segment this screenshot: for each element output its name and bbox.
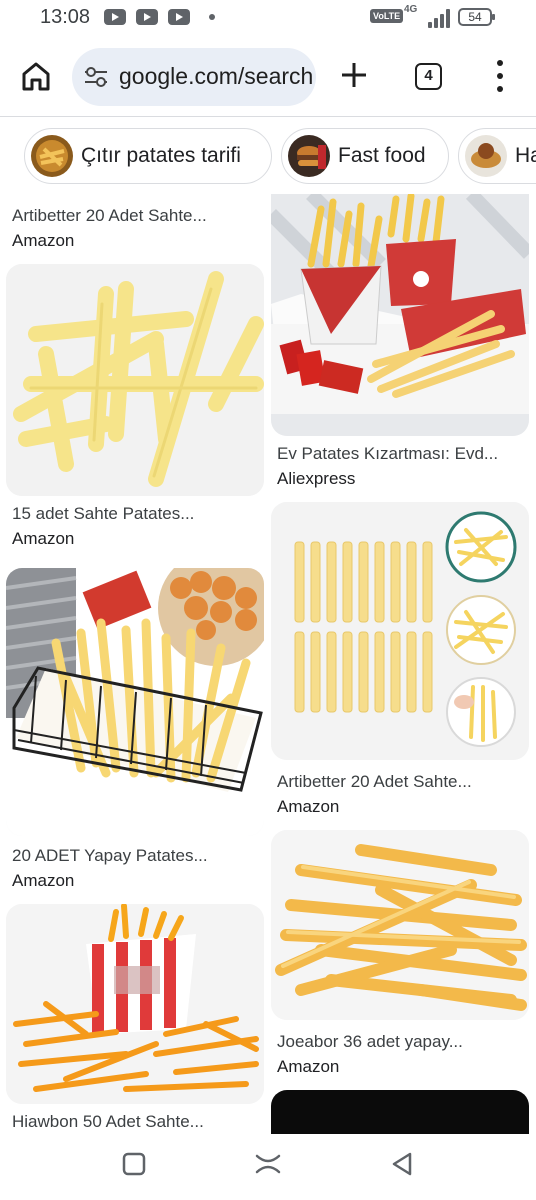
result-source[interactable]: Amazon [12, 529, 74, 549]
result-title[interactable]: 20 ADET Yapay Patates... [12, 846, 208, 866]
home-gesture-icon[interactable] [254, 1152, 282, 1176]
new-tab-plus-icon[interactable] [338, 59, 370, 91]
more-vert-icon[interactable] [490, 60, 510, 92]
volte-badge: VoLTE [370, 9, 404, 23]
image-results-grid: Artibetter 20 Adet Sahte... Amazon 15 ad… [0, 194, 536, 1134]
chip-thumbnail [465, 135, 507, 177]
result-image[interactable] [6, 264, 264, 496]
chip-citir-patates[interactable]: Çıtır patates tarifi [24, 128, 272, 184]
status-time: 13:08 [40, 6, 91, 28]
browser-toolbar: google.com/search 4 [0, 44, 536, 108]
result-source[interactable]: Amazon [12, 871, 74, 891]
signal-icon [428, 8, 454, 28]
result-title[interactable]: Artibetter 20 Adet Sahte... [277, 772, 472, 792]
youtube-notification-icon [136, 9, 158, 25]
chip-label: Ha [515, 144, 536, 167]
result-title[interactable]: Hiawbon 50 Adet Sahte... [12, 1112, 204, 1132]
status-bar: 13:08 VoLTE 4G 54 [0, 0, 536, 36]
result-source[interactable]: Amazon [12, 231, 74, 251]
result-image[interactable] [271, 1090, 529, 1134]
result-title[interactable]: Joeabor 36 adet yapay... [277, 1032, 463, 1052]
youtube-notification-icon [104, 9, 126, 25]
chip-ha[interactable]: Ha [458, 128, 536, 184]
result-source[interactable]: Amazon [277, 797, 339, 817]
more-notifications-icon [209, 14, 215, 20]
result-source[interactable]: Aliexpress [277, 469, 355, 489]
result-image[interactable] [271, 830, 529, 1020]
result-image[interactable] [271, 502, 529, 760]
result-title[interactable]: 15 adet Sahte Patates... [12, 504, 194, 524]
system-navigation-bar [0, 1134, 536, 1200]
related-searches-chips: Çıtır patates tarifi Fast food Ha [0, 128, 536, 186]
back-icon[interactable] [390, 1151, 414, 1177]
tune-icon[interactable] [84, 67, 108, 87]
home-icon[interactable] [18, 58, 54, 94]
result-image[interactable] [271, 194, 529, 436]
toolbar-divider [0, 116, 536, 117]
url-text[interactable]: google.com/search [119, 63, 313, 90]
chip-label: Çıtır patates tarifi [81, 144, 241, 167]
chip-label: Fast food [338, 144, 426, 167]
result-source[interactable]: Amazon [277, 1057, 339, 1077]
chip-thumbnail [288, 135, 330, 177]
result-image[interactable] [6, 568, 264, 836]
youtube-notification-icon [168, 9, 190, 25]
tabs-icon[interactable]: 4 [415, 63, 442, 90]
battery-icon: 54 [458, 8, 495, 26]
chip-thumbnail [31, 135, 73, 177]
result-title[interactable]: Ev Patates Kızartması: Evd... [277, 444, 498, 464]
recents-icon[interactable] [122, 1152, 146, 1176]
network-type: 4G [404, 4, 418, 15]
chip-fast-food[interactable]: Fast food [281, 128, 449, 184]
result-image[interactable] [6, 904, 264, 1104]
result-title[interactable]: Artibetter 20 Adet Sahte... [12, 206, 207, 226]
address-bar[interactable]: google.com/search [72, 48, 316, 106]
